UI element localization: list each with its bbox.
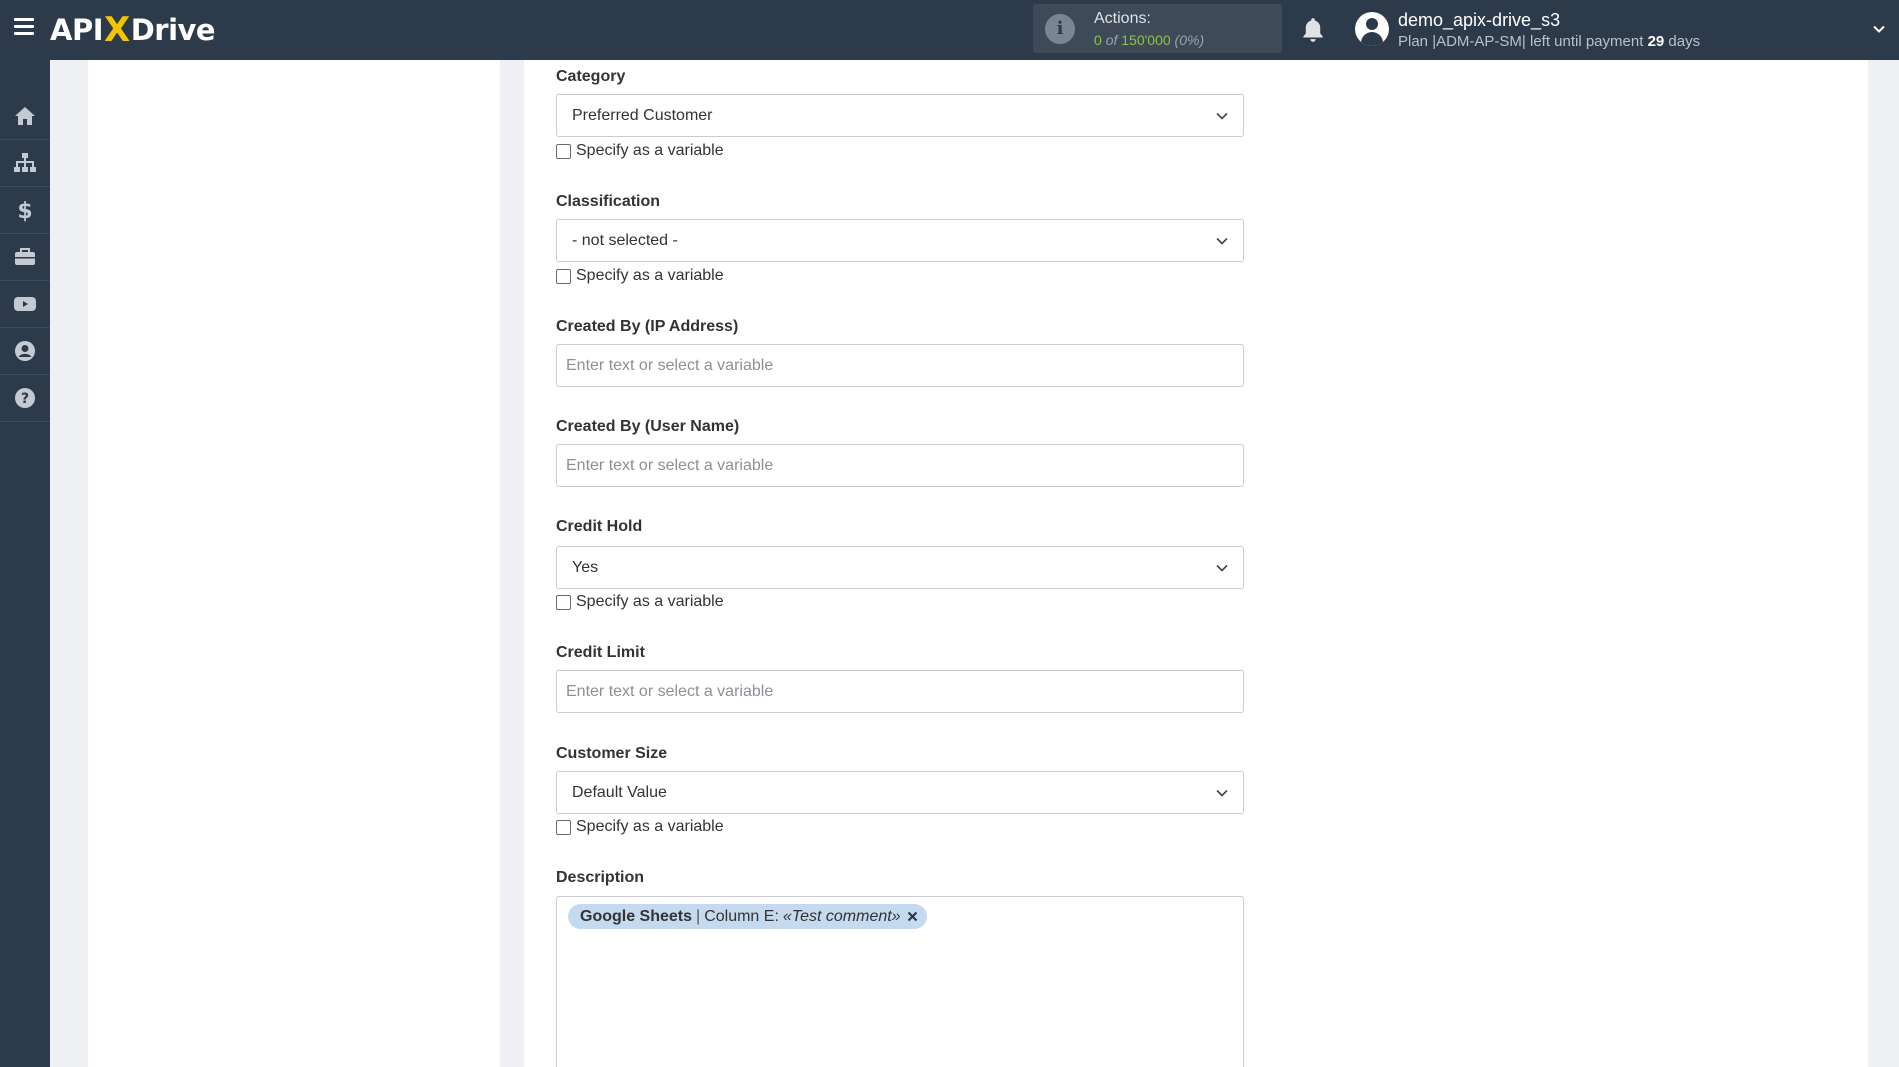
logo-text-x: X	[104, 10, 130, 50]
tag-column: Column E:	[704, 907, 779, 925]
checkbox-label: Specify as a variable	[576, 593, 724, 610]
sidebar-item-help[interactable]: ?	[0, 375, 50, 422]
credit-hold-label: Credit Hold	[556, 518, 643, 535]
category-variable-checkbox[interactable]: Specify as a variable	[556, 142, 724, 160]
classification-variable-checkbox[interactable]: Specify as a variable	[556, 267, 724, 285]
apix-drive-logo[interactable]: API X Drive	[50, 10, 216, 50]
actions-of: of	[1105, 32, 1118, 48]
created-by-user-label: Created By (User Name)	[556, 418, 740, 435]
category-value: Preferred Customer	[572, 107, 713, 124]
svg-text:?: ?	[21, 391, 29, 407]
sidebar-item-account[interactable]	[0, 328, 50, 375]
dollar-icon: $	[17, 199, 32, 222]
description-textarea[interactable]: Google Sheets | Column E: «Test comment»	[556, 896, 1244, 1067]
created-by-user-input[interactable]	[556, 444, 1244, 487]
category-select[interactable]: Preferred Customer	[556, 94, 1244, 137]
actions-percent: (0%)	[1174, 32, 1205, 48]
created-by-ip-label: Created By (IP Address)	[556, 318, 739, 335]
logo-text-api: API	[50, 13, 104, 47]
sidebar-item-services[interactable]	[0, 234, 50, 281]
credit-hold-select[interactable]: Yes	[556, 546, 1244, 589]
plan-info: Plan |ADM-AP-SM| left until payment 29 d…	[1398, 33, 1700, 50]
chevron-down-icon	[1216, 789, 1228, 797]
plan-prefix: Plan |ADM-AP-SM| left until payment	[1398, 33, 1644, 50]
description-label: Description	[556, 869, 645, 886]
briefcase-icon	[15, 248, 35, 265]
variable-tag[interactable]: Google Sheets | Column E: «Test comment»	[568, 904, 927, 929]
checkbox-label: Specify as a variable	[576, 267, 724, 284]
tag-value: «Test comment»	[782, 907, 901, 925]
credit-limit-label: Credit Limit	[556, 644, 645, 661]
sitemap-icon	[14, 153, 36, 172]
customer-size-select[interactable]: Default Value	[556, 771, 1244, 814]
sidebar-item-home[interactable]	[0, 93, 50, 140]
field-created-by-user: Created By (User Name)	[556, 418, 1244, 436]
chevron-down-icon	[1216, 564, 1228, 572]
created-by-ip-input[interactable]	[556, 344, 1244, 387]
left-panel	[88, 60, 500, 1067]
user-name[interactable]: demo_apix-drive_s3	[1398, 10, 1560, 31]
customer-size-label: Customer Size	[556, 745, 668, 762]
help-icon: ?	[15, 388, 35, 408]
actions-total: 150'000	[1121, 32, 1171, 48]
plan-suffix: days	[1668, 33, 1701, 50]
chevron-down-icon	[1216, 237, 1228, 245]
actions-counter: i Actions: 0 of 150'000 (0%)	[1033, 4, 1282, 53]
plan-days: 29	[1647, 33, 1665, 50]
info-icon: i	[1045, 14, 1075, 44]
close-icon[interactable]	[907, 911, 918, 922]
video-icon	[14, 297, 36, 311]
checkbox-box[interactable]	[556, 143, 571, 159]
sidebar: $ ?	[0, 60, 50, 1067]
field-credit-limit: Credit Limit	[556, 644, 1244, 662]
svg-text:$: $	[17, 199, 32, 222]
customer-size-variable-checkbox[interactable]: Specify as a variable	[556, 818, 724, 836]
checkbox-box[interactable]	[556, 819, 571, 835]
tag-separator: |	[696, 907, 701, 925]
logo-text-drive: Drive	[130, 13, 216, 47]
checkbox-label: Specify as a variable	[576, 818, 724, 835]
checkbox-box[interactable]	[556, 268, 571, 284]
checkbox-box[interactable]	[556, 594, 571, 610]
credit-limit-input[interactable]	[556, 670, 1244, 713]
checkbox-label: Specify as a variable	[576, 142, 724, 159]
tag-source: Google Sheets	[580, 907, 693, 925]
classification-label: Classification	[556, 193, 661, 210]
credit-hold-value: Yes	[572, 559, 599, 576]
field-description: Description	[556, 869, 1244, 887]
field-classification: Classification	[556, 193, 1244, 211]
menu-icon[interactable]	[14, 18, 34, 36]
field-customer-size: Customer Size	[556, 745, 1244, 763]
actions-label: Actions:	[1094, 10, 1151, 27]
user-circle-icon	[15, 341, 35, 361]
field-created-by-ip: Created By (IP Address)	[556, 318, 1244, 336]
actions-value: 0 of 150'000 (0%)	[1094, 32, 1204, 48]
credit-hold-variable-checkbox[interactable]: Specify as a variable	[556, 593, 724, 611]
classification-select[interactable]: - not selected -	[556, 219, 1244, 262]
sidebar-item-connections[interactable]	[0, 140, 50, 187]
bell-icon[interactable]	[1300, 16, 1326, 44]
field-category: Category	[556, 68, 1244, 86]
actions-used: 0	[1094, 32, 1102, 48]
category-label: Category	[556, 68, 626, 85]
chevron-down-icon	[1216, 112, 1228, 120]
sidebar-item-videos[interactable]	[0, 281, 50, 328]
top-bar: API X Drive i Actions: 0 of 150'000 (0%) d…	[0, 0, 1899, 60]
field-credit-hold: Credit Hold	[556, 518, 1244, 536]
classification-value: - not selected -	[572, 232, 678, 249]
sidebar-item-billing[interactable]: $	[0, 187, 50, 234]
chevron-down-icon[interactable]	[1872, 22, 1886, 36]
avatar[interactable]	[1355, 12, 1389, 46]
customer-size-value: Default Value	[572, 784, 667, 801]
home-icon	[15, 107, 35, 125]
